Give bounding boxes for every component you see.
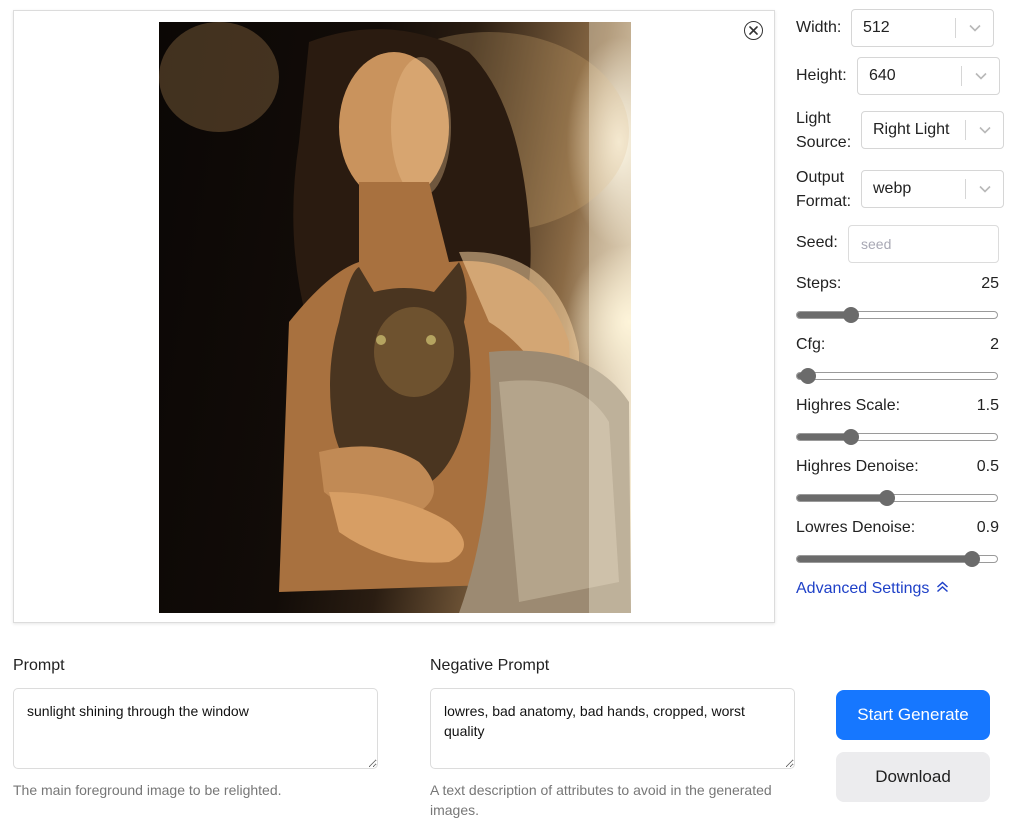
prompt-label: Prompt [13, 657, 65, 674]
light-source-select[interactable]: Right Light [861, 111, 1004, 149]
negative-prompt-textarea[interactable]: lowres, bad anatomy, bad hands, cropped,… [430, 688, 795, 769]
highres-scale-value: 1.5 [976, 397, 999, 414]
slider-fill [797, 495, 887, 501]
height-label: Height: [796, 67, 847, 84]
steps-value: 25 [981, 275, 999, 292]
light-source-value: Right Light [873, 121, 950, 138]
height-select[interactable]: 640 [857, 57, 1000, 95]
seed-input[interactable] [848, 225, 999, 263]
chevron-down-icon[interactable] [962, 58, 999, 94]
image-preview-panel [13, 10, 775, 623]
close-icon[interactable] [744, 21, 763, 40]
slider-thumb[interactable] [963, 551, 980, 567]
highres-denoise-slider[interactable] [796, 490, 998, 506]
double-chevron-up-icon [936, 580, 949, 598]
start-generate-button[interactable]: Start Generate [836, 690, 990, 740]
output-format-label-line1: Output [796, 169, 845, 186]
slider-thumb[interactable] [800, 368, 817, 384]
slider-track [796, 372, 998, 380]
slider-track [796, 433, 998, 441]
negative-prompt-hint: A text description of attributes to avoi… [430, 782, 772, 818]
width-select[interactable]: 512 [851, 9, 994, 47]
output-format-value: webp [873, 180, 912, 197]
steps-label: Steps: [796, 275, 842, 292]
light-source-label-line1: Light [796, 110, 831, 127]
chevron-down-icon[interactable] [966, 171, 1003, 207]
negative-prompt-label: Negative Prompt [430, 657, 550, 674]
lowres-denoise-slider[interactable] [796, 551, 998, 567]
prompt-textarea[interactable]: sunlight shining through the window [13, 688, 378, 769]
highres-scale-label: Highres Scale: [796, 397, 901, 414]
chevron-down-icon[interactable] [966, 112, 1003, 148]
slider-thumb[interactable] [842, 429, 859, 445]
highres-scale-slider[interactable] [796, 429, 998, 445]
slider-track [796, 494, 998, 502]
slider-track [796, 311, 998, 319]
output-format-select[interactable]: webp [861, 170, 1004, 208]
slider-fill [797, 556, 971, 562]
cfg-slider[interactable] [796, 368, 998, 384]
advanced-settings-label: Advanced Settings [796, 580, 930, 597]
highres-denoise-value: 0.5 [976, 458, 999, 475]
slider-thumb[interactable] [842, 307, 859, 323]
cfg-label: Cfg: [796, 336, 826, 353]
lowres-denoise-value: 0.9 [976, 519, 999, 536]
lowres-denoise-label: Lowres Denoise: [796, 519, 916, 536]
height-value: 640 [869, 67, 896, 84]
light-source-label-line2: Source: [796, 134, 852, 151]
chevron-down-icon[interactable] [956, 10, 993, 46]
slider-thumb[interactable] [878, 490, 895, 506]
width-label: Width: [796, 19, 842, 36]
output-format-label-line2: Format: [796, 193, 852, 210]
steps-slider[interactable] [796, 307, 998, 323]
download-button[interactable]: Download [836, 752, 990, 802]
prompt-hint: The main foreground image to be relighte… [13, 782, 282, 798]
highres-denoise-label: Highres Denoise: [796, 458, 919, 475]
cfg-value: 2 [990, 336, 999, 353]
generated-image [159, 22, 631, 613]
advanced-settings-link[interactable]: Advanced Settings [796, 580, 949, 598]
seed-label: Seed: [796, 234, 838, 251]
width-value: 512 [863, 19, 890, 36]
